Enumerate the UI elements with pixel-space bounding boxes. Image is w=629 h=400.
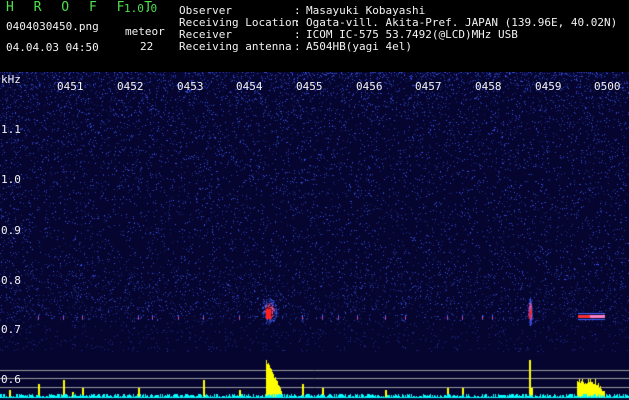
- y-tick-label: 1.1: [1, 123, 21, 136]
- x-tick-label: 0457: [415, 80, 442, 93]
- meteor-label: meteor: [125, 25, 165, 38]
- x-tick-label: 0452: [117, 80, 144, 93]
- x-tick-label: 0500: [594, 80, 621, 93]
- y-tick-label: 0.6: [1, 373, 21, 386]
- meteor-count: 22: [140, 40, 154, 53]
- app-version: 1.0.0: [124, 2, 158, 15]
- x-tick-label: 0453: [177, 80, 204, 93]
- x-tick-label: 0459: [535, 80, 562, 93]
- date-time: 04.04.03 04:50: [6, 41, 99, 54]
- antenna-colon: :: [294, 40, 301, 53]
- y-unit-label: kHz: [1, 73, 21, 86]
- x-tick-label: 0451: [57, 80, 84, 93]
- x-tick-label: 0456: [356, 80, 383, 93]
- x-tick-label: 0454: [236, 80, 263, 93]
- y-tick-label: 1.0: [1, 173, 21, 186]
- x-tick-label: 0455: [296, 80, 323, 93]
- x-tick-label: 0458: [475, 80, 502, 93]
- y-tick-label: 0.8: [1, 274, 21, 287]
- antenna-label: Receiving antenna: [179, 40, 292, 53]
- header-panel: H R O F F T 1.0.0 0404030450.png meteor …: [0, 0, 629, 72]
- y-tick-label: 0.9: [1, 224, 21, 237]
- spectrogram-canvas: [0, 72, 629, 400]
- antenna-value: A504HB(yagi 4el): [306, 40, 412, 53]
- file-name: 0404030450.png: [6, 20, 99, 33]
- y-tick-label: 0.7: [1, 323, 21, 336]
